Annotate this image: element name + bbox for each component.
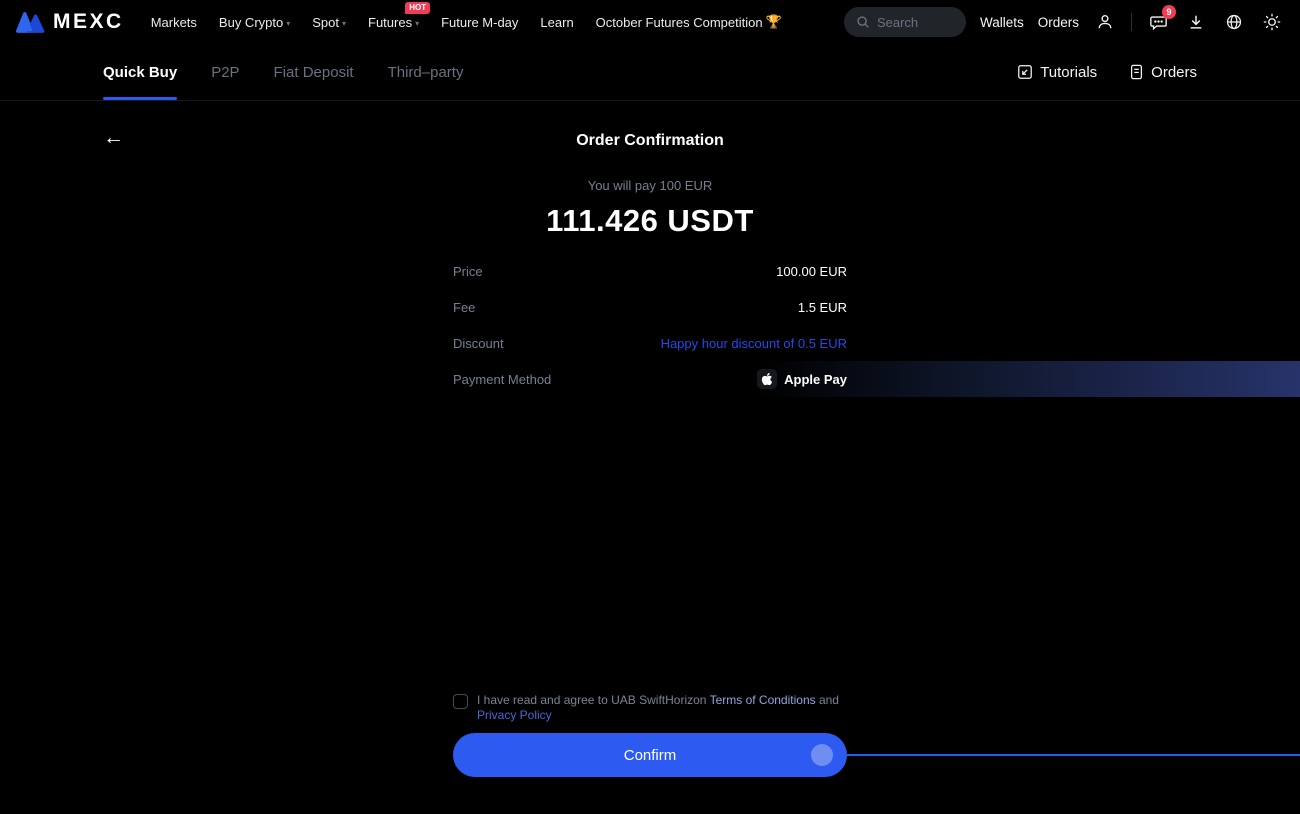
orders-doc-icon	[1129, 64, 1144, 80]
tutorials-link[interactable]: Tutorials	[1017, 64, 1097, 81]
download-app-icon[interactable]	[1184, 10, 1208, 34]
nav-markets[interactable]: Markets	[142, 9, 206, 36]
fee-label: Fee	[453, 300, 475, 315]
tab-fiat-deposit[interactable]: Fiat Deposit	[274, 44, 354, 100]
wallets-link[interactable]: Wallets	[980, 15, 1024, 30]
user-icon[interactable]	[1093, 10, 1117, 34]
payment-method-value[interactable]: Apple Pay	[757, 369, 847, 389]
discount-value[interactable]: Happy hour discount of 0.5 EUR	[661, 336, 847, 351]
confirm-button[interactable]: Confirm	[453, 733, 847, 777]
pointer-annotation-dot	[811, 744, 833, 766]
search-icon	[856, 15, 870, 29]
chevron-down-icon: ▾	[286, 19, 290, 28]
navbar-divider	[1131, 13, 1132, 31]
subnav-tabs: Quick Buy P2P Fiat Deposit Third–party	[103, 44, 463, 100]
payment-method-name: Apple Pay	[784, 372, 847, 387]
back-arrow-icon[interactable]: ←	[103, 127, 124, 148]
search-input[interactable]	[877, 15, 957, 30]
price-value: 100.00 EUR	[776, 264, 847, 279]
order-detail-rows: Price 100.00 EUR Fee 1.5 EUR Discount Ha…	[453, 253, 847, 397]
orders-link[interactable]: Orders	[1038, 15, 1079, 30]
subnav-orders-link[interactable]: Orders	[1129, 64, 1197, 81]
nav-october-futures-competition[interactable]: October Futures Competition 🏆	[587, 8, 791, 36]
theme-toggle-icon[interactable]	[1260, 10, 1284, 34]
navbar-right: Wallets Orders 9	[844, 7, 1284, 37]
mexc-logo[interactable]: MEXC	[16, 10, 124, 34]
pointer-annotation-line	[822, 754, 1300, 756]
language-globe-icon[interactable]	[1222, 10, 1246, 34]
subnav-right: Tutorials Orders	[1017, 64, 1197, 81]
nav-future-m-day[interactable]: Future M-day	[432, 9, 527, 36]
support-chat-icon[interactable]: 9	[1146, 10, 1170, 34]
nav-learn[interactable]: Learn	[531, 9, 582, 36]
nav-spot[interactable]: Spot ▾	[303, 9, 355, 36]
discount-label: Discount	[453, 336, 504, 351]
order-column: Order Confirmation You will pay 100 EUR …	[453, 101, 847, 777]
price-row: Price 100.00 EUR	[453, 253, 847, 289]
top-navbar: MEXC Markets Buy Crypto ▾ Spot ▾ Futures…	[0, 0, 1300, 44]
apple-pay-icon	[757, 369, 777, 389]
chevron-down-icon: ▾	[415, 19, 419, 28]
fee-value: 1.5 EUR	[798, 300, 847, 315]
chevron-down-icon: ▾	[342, 19, 346, 28]
privacy-policy-link[interactable]: Privacy Policy	[477, 708, 552, 722]
pay-subtitle: You will pay 100 EUR	[453, 178, 847, 193]
fee-row: Fee 1.5 EUR	[453, 289, 847, 325]
agreement-section: I have read and agree to UAB SwiftHorizo…	[453, 693, 847, 723]
agreement-text: I have read and agree to UAB SwiftHorizo…	[477, 693, 847, 723]
mexc-logo-icon	[16, 11, 46, 33]
nav-futures[interactable]: Futures ▾ HOT	[359, 9, 428, 36]
hot-badge: HOT	[405, 2, 430, 14]
main-nav: Markets Buy Crypto ▾ Spot ▾ Futures ▾ HO…	[142, 8, 791, 36]
nav-buy-crypto[interactable]: Buy Crypto ▾	[210, 9, 299, 36]
tab-quick-buy[interactable]: Quick Buy	[103, 44, 177, 100]
payment-method-label: Payment Method	[453, 372, 551, 387]
buy-crypto-subnav: Quick Buy P2P Fiat Deposit Third–party T…	[0, 44, 1300, 101]
chat-count-badge: 9	[1162, 5, 1176, 19]
receive-amount: 111.426 USDT	[453, 203, 847, 239]
agreement-checkbox[interactable]	[453, 694, 468, 709]
page-title: Order Confirmation	[453, 132, 847, 150]
payment-method-row: Payment Method Apple Pay	[453, 361, 847, 397]
trophy-icon: 🏆	[766, 14, 782, 30]
order-confirmation-page: ← Order Confirmation You will pay 100 EU…	[0, 101, 1300, 813]
discount-row: Discount Happy hour discount of 0.5 EUR	[453, 325, 847, 361]
tab-third-party[interactable]: Third–party	[388, 44, 464, 100]
tutorials-icon	[1017, 64, 1033, 80]
tab-p2p[interactable]: P2P	[211, 44, 239, 100]
search-box[interactable]	[844, 7, 966, 37]
terms-of-conditions-link[interactable]: Terms of Conditions	[710, 693, 816, 707]
price-label: Price	[453, 264, 483, 279]
mexc-logo-text: MEXC	[53, 10, 124, 34]
